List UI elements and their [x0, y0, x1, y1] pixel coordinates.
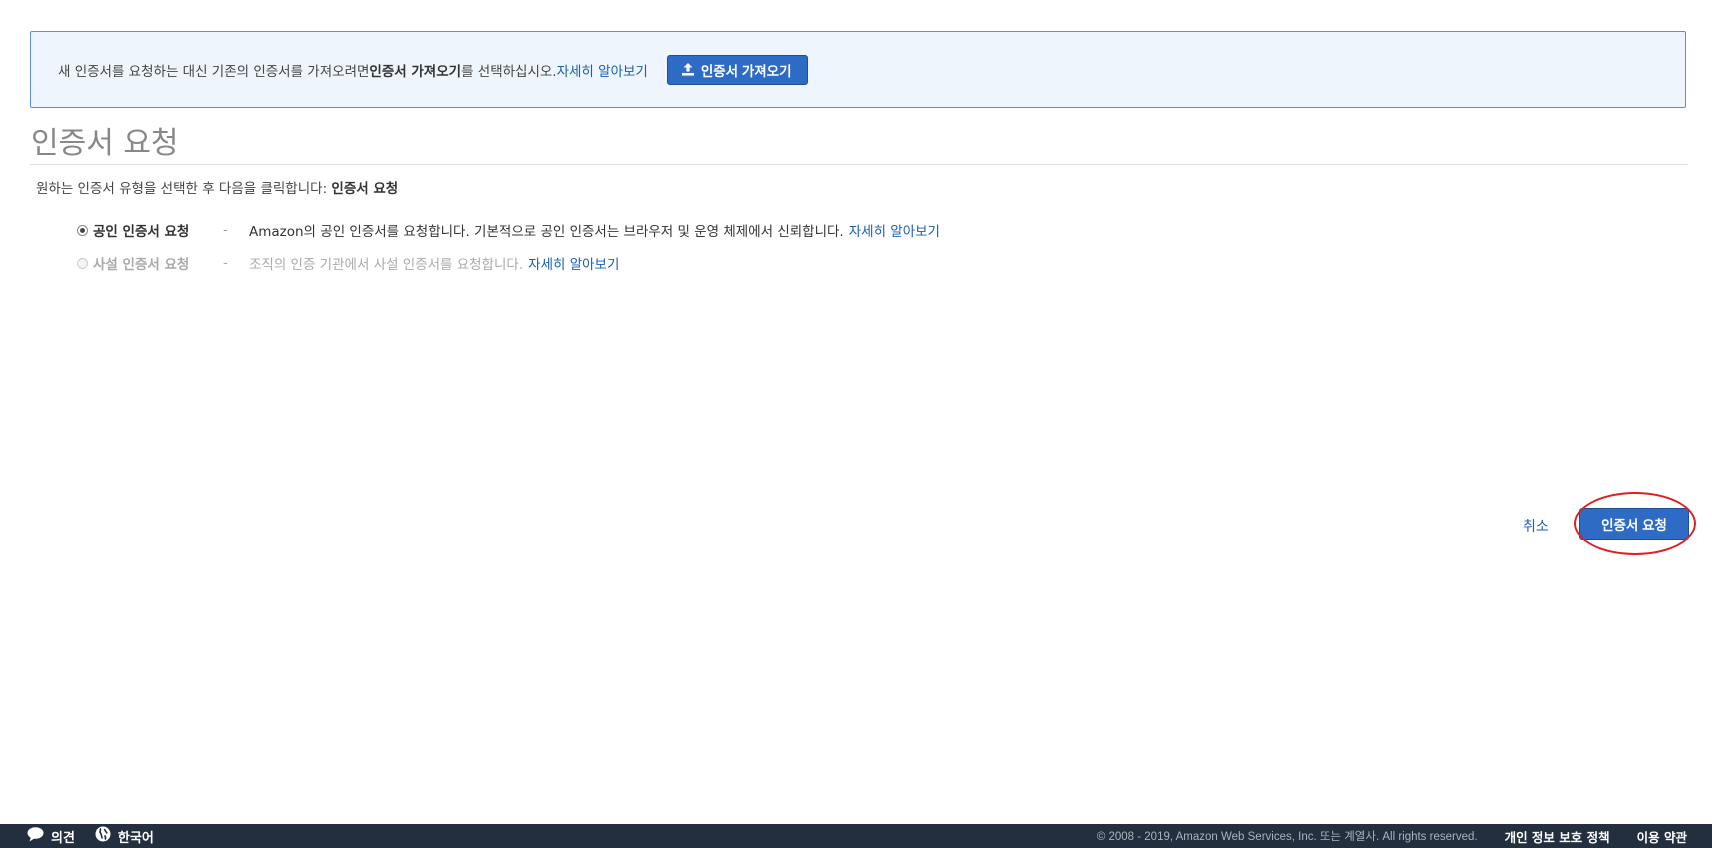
notice-text-after: 를 선택하십시오.: [461, 63, 557, 80]
instruction-text: 원하는 인증서 유형을 선택한 후 다음을 클릭합니다: 인증서 요청: [36, 177, 398, 197]
upload-icon: [681, 63, 695, 76]
footer: 의견 한국어 © 2008 - 2019, Amazon Web Service…: [0, 824, 1712, 848]
public-certificate-radio[interactable]: [77, 224, 88, 236]
import-certificate-button-label: 인증서 가져오기: [700, 63, 792, 79]
feedback-label: 의견: [51, 830, 75, 846]
feedback-link[interactable]: 의견: [27, 826, 75, 846]
page-title: 인증서 요청: [31, 126, 179, 161]
notice-text-strong: 인증서 가져오기: [369, 63, 462, 80]
import-certificate-notice: 새 인증서를 요청하는 대신 기존의 인증서를 가져오려면 인증서 가져오기 를 …: [30, 31, 1686, 108]
terms-of-use-link[interactable]: 이용 약관: [1637, 827, 1687, 846]
notice-learn-more-link[interactable]: 자세히 알아보기: [557, 60, 648, 80]
import-certificate-button[interactable]: 인증서 가져오기: [666, 54, 808, 85]
public-certificate-label[interactable]: 공인 인증서 요청: [93, 220, 223, 240]
notice-text-before: 새 인증서를 요청하는 대신 기존의 인증서를 가져오려면: [58, 63, 370, 80]
public-certificate-learn-more-link[interactable]: 자세히 알아보기: [849, 220, 940, 240]
public-certificate-description: Amazon의 공인 인증서를 요청합니다. 기본적으로 공인 인증서는 브라우…: [249, 224, 844, 240]
instruction-text-strong: 인증서 요청: [331, 181, 399, 197]
private-certificate-option: 사설 인증서 요청 - 조직의 인증 기관에서 사설 인증서를 요청합니다. 자…: [77, 253, 619, 273]
language-selector[interactable]: 한국어: [95, 826, 154, 846]
private-certificate-radio: [77, 257, 88, 269]
cancel-link[interactable]: 취소: [1523, 516, 1549, 536]
instruction-text-main: 원하는 인증서 유형을 선택한 후 다음을 클릭합니다:: [36, 181, 332, 197]
copyright-text: © 2008 - 2019, Amazon Web Services, Inc.…: [1096, 831, 1478, 843]
speech-bubble-icon: [27, 826, 44, 846]
private-certificate-learn-more-link[interactable]: 자세히 알아보기: [528, 253, 619, 273]
title-divider: [30, 164, 1688, 165]
option-separator: -: [223, 222, 228, 238]
request-certificate-page: 새 인증서를 요청하는 대신 기존의 인증서를 가져오려면 인증서 가져오기 를 …: [0, 0, 1712, 848]
privacy-policy-link[interactable]: 개인 정보 보호 정책: [1505, 827, 1610, 846]
public-certificate-option[interactable]: 공인 인증서 요청 - Amazon의 공인 인증서를 요청합니다. 기본적으로…: [77, 220, 940, 240]
language-label: 한국어: [117, 830, 154, 846]
globe-icon: [95, 826, 111, 846]
private-certificate-label: 사설 인증서 요청: [93, 257, 190, 273]
option-separator: -: [223, 255, 228, 271]
request-certificate-button[interactable]: 인증서 요청: [1579, 508, 1689, 540]
private-certificate-description: 조직의 인증 기관에서 사설 인증서를 요청합니다.: [249, 257, 524, 273]
